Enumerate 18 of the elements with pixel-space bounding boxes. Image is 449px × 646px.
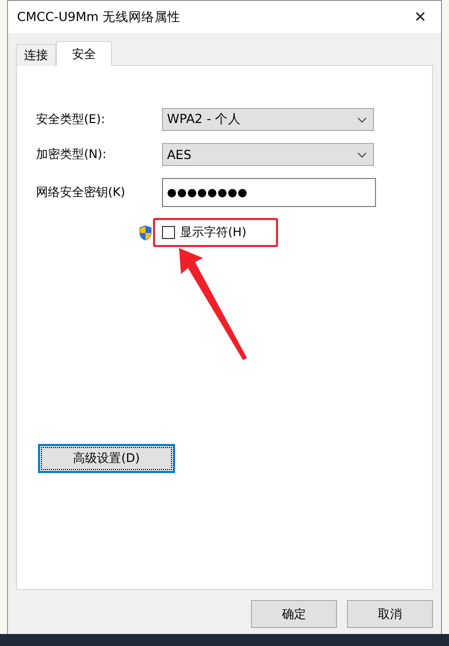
checkbox[interactable]: [162, 226, 175, 239]
dropdown[interactable]: AES: [162, 143, 374, 166]
dialog-button[interactable]: 取消: [347, 600, 433, 628]
field-label: 安全类型(E):: [36, 111, 106, 128]
window-title: CMCC-U9Mm 无线网络属性: [17, 8, 181, 26]
chevron-down-icon: [357, 152, 367, 158]
chevron-down-icon: [357, 116, 367, 122]
field-label: 网络安全密钥(K): [36, 184, 126, 201]
close-button[interactable]: ✕: [408, 8, 433, 26]
checkbox-label: 显示字符(H): [180, 224, 246, 241]
shield-icon: [139, 224, 152, 240]
dialog-button[interactable]: 确定: [251, 600, 337, 628]
tab[interactable]: 安全: [56, 41, 112, 66]
dropdown[interactable]: WPA2 - 个人: [162, 108, 374, 131]
tab[interactable]: 连接: [16, 44, 56, 66]
field-label: 加密类型(N):: [36, 146, 108, 163]
advanced-settings-button[interactable]: 高级设置(D): [38, 444, 175, 473]
password-field[interactable]: ●●●●●●●●: [162, 178, 376, 207]
